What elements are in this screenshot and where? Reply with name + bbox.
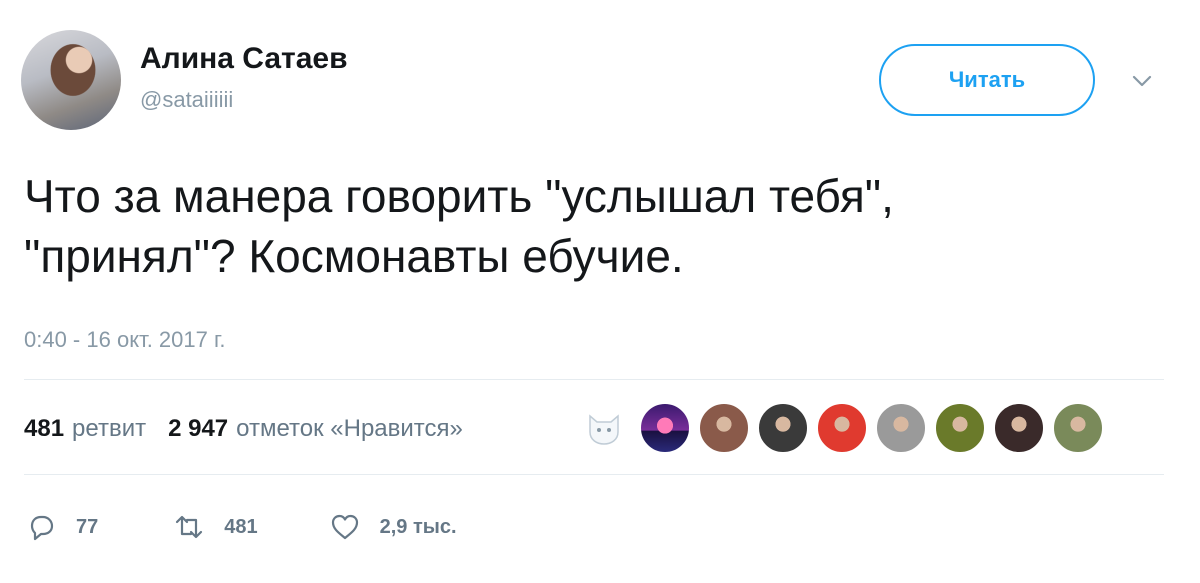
tweet-stats: 481 ретвит 2 947 отметок «Нравится» [24,415,485,443]
synthwave-avatar[interactable] [639,402,691,454]
reply-icon [30,515,54,541]
user-avatar[interactable] [816,402,868,454]
user-avatar[interactable] [875,402,927,454]
retweet-action-count: 481 [224,515,258,538]
retweet-icon [176,515,203,539]
user-avatar[interactable] [934,402,986,454]
like-button[interactable]: 2,9 тыс. [328,510,457,544]
retweet-stat[interactable]: 481 ретвит [24,415,146,443]
retweet-label: ретвит [72,415,147,442]
tweet-text: Что за манера говорить "услышал тебя", "… [24,166,1164,286]
user-avatar[interactable] [993,402,1045,454]
divider [24,474,1164,475]
user-handle[interactable]: @sataiiiiii [140,87,233,113]
user-avatar[interactable] [1052,402,1104,454]
user-avatar[interactable] [757,402,809,454]
chevron-down-icon[interactable] [1131,70,1153,92]
tweet-timestamp[interactable]: 0:40 - 16 окт. 2017 г. [24,327,225,353]
likes-stat[interactable]: 2 947 отметок «Нравится» [168,415,463,443]
retweet-count: 481 [24,415,65,442]
profile-avatar[interactable] [21,30,121,130]
reply-count: 77 [76,515,99,538]
cat-avatar[interactable] [580,402,632,454]
user-name[interactable]: Алина Сатаев [140,42,348,76]
like-count: 2,9 тыс. [379,515,457,538]
divider [24,379,1164,380]
likes-label: отметок «Нравится» [236,415,463,442]
tweet-text-line: "принял"? Космонавты ебучие. [24,230,684,282]
retweet-button[interactable]: 481 [172,510,258,544]
heart-icon [331,514,358,540]
user-avatar[interactable] [698,402,750,454]
liker-avatars [580,402,1111,454]
likes-count: 2 947 [168,415,229,442]
tweet-actions: 77 481 2,9 тыс. [24,510,457,544]
tweet-text-line: Что за манера говорить "услышал тебя", [24,170,894,222]
reply-button[interactable]: 77 [24,510,98,544]
follow-button[interactable]: Читать [879,44,1095,116]
